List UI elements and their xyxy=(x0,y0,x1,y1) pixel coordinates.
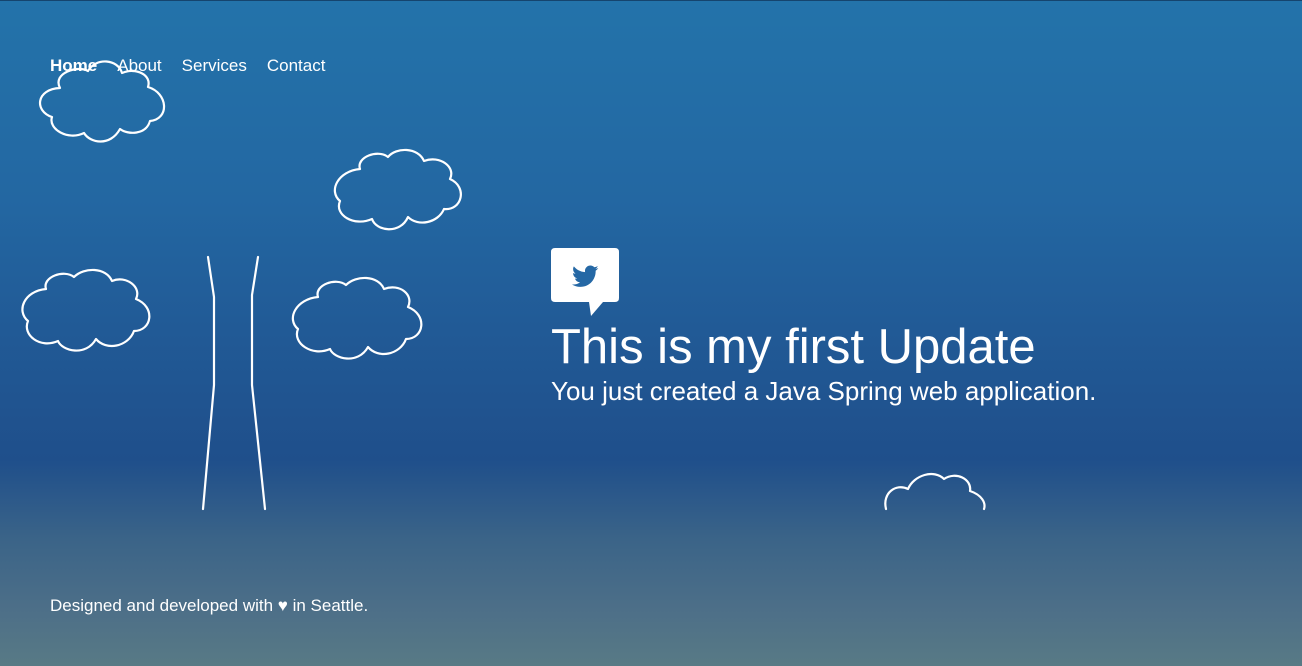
nav-about-link[interactable]: About xyxy=(117,56,161,76)
cloud-icon xyxy=(21,268,151,352)
nav-home-link[interactable]: Home xyxy=(50,56,97,76)
cloud-icon xyxy=(291,276,423,360)
main-nav: Home About Services Contact xyxy=(50,56,325,76)
nav-contact-link[interactable]: Contact xyxy=(267,56,326,76)
cloud-icon xyxy=(884,472,986,511)
hero-section: This is my first Update You just created… xyxy=(551,248,1096,407)
nav-services-link[interactable]: Services xyxy=(182,56,247,76)
twitter-bird-icon xyxy=(551,248,619,316)
hero-title: This is my first Update xyxy=(551,320,1036,374)
footer-text: Designed and developed with ♥ in Seattle… xyxy=(50,596,369,615)
hero-subtitle: You just created a Java Spring web appli… xyxy=(551,376,1097,406)
cloud-icon xyxy=(333,148,462,231)
tower-silhouette xyxy=(201,255,267,511)
